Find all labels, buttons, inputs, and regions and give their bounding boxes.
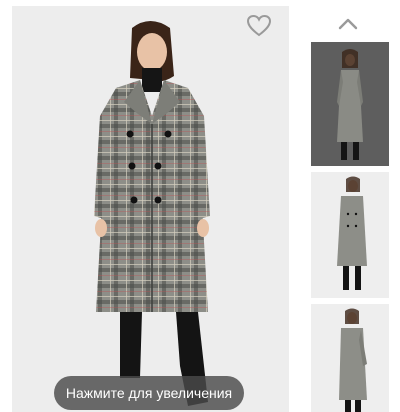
thumbnail-3-image [339, 308, 367, 412]
thumbnail-2[interactable] [311, 172, 389, 298]
favorite-heart-icon[interactable] [244, 12, 274, 40]
thumbnail-1[interactable] [311, 42, 389, 166]
thumbnail-1-image [337, 49, 363, 160]
thumbnail-2-image [337, 176, 367, 290]
thumbnails-scroll-up-button[interactable] [334, 14, 362, 34]
main-product-image[interactable] [12, 6, 289, 412]
thumbnail-3[interactable] [311, 304, 389, 412]
chevron-up-icon [338, 18, 358, 30]
model-in-coat-illustration [94, 21, 210, 406]
zoom-hint-button[interactable]: Нажмите для увеличения [54, 376, 244, 410]
zoom-hint-label: Нажмите для увеличения [65, 385, 233, 401]
